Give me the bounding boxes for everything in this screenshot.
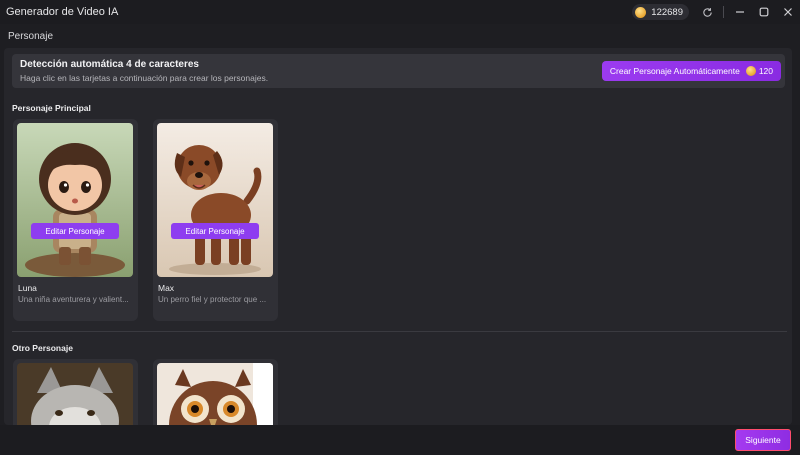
character-description: Una niña aventurera y valient... <box>18 295 129 304</box>
character-panel: Detección automática 4 de caracteres Hag… <box>4 48 792 425</box>
coin-balance[interactable]: 122689 <box>632 4 689 20</box>
character-image-luna[interactable]: Editar Personaje <box>17 123 133 277</box>
footer-bar: Siguiente <box>0 425 800 455</box>
character-image-max[interactable]: Editar Personaje <box>157 123 273 277</box>
auto-detect-banner: Detección automática 4 de caracteres Hag… <box>12 54 785 88</box>
section-divider <box>12 331 787 332</box>
section-title: Personaje <box>8 31 54 42</box>
title-bar-controls: 122689 <box>632 0 800 24</box>
banner-title: Detección automática 4 de caracteres <box>20 59 199 70</box>
character-card-max[interactable]: Editar Personaje Max Un perro fiel y pro… <box>153 119 278 321</box>
character-name: Max <box>158 283 175 293</box>
character-image-wolf[interactable] <box>17 363 133 425</box>
close-icon[interactable] <box>776 0 800 24</box>
refresh-icon[interactable] <box>695 0 719 24</box>
next-button[interactable]: Siguiente <box>735 429 791 451</box>
auto-create-button[interactable]: Crear Personaje Automáticamente 120 <box>601 61 781 81</box>
app-title: Generador de Video IA <box>6 6 119 18</box>
title-divider <box>723 6 724 18</box>
coin-icon <box>635 6 647 18</box>
character-card-luna[interactable]: Editar Personaje Luna Una niña aventurer… <box>13 119 138 321</box>
edit-character-button[interactable]: Editar Personaje <box>31 223 119 239</box>
character-description: Un perro fiel y protector que ... <box>158 295 267 304</box>
title-bar: Generador de Video IA 122689 <box>0 0 800 24</box>
coin-count: 122689 <box>651 6 683 18</box>
maximize-icon[interactable] <box>752 0 776 24</box>
minimize-icon[interactable] <box>728 0 752 24</box>
auto-create-cost: 120 <box>758 66 773 76</box>
coin-icon <box>745 66 756 76</box>
other-group-label: Otro Personaje <box>12 343 73 353</box>
banner-subtitle: Haga clic en las tarjetas a continuación… <box>20 73 269 83</box>
character-name: Luna <box>18 283 37 293</box>
main-group-label: Personaje Principal <box>12 103 91 113</box>
character-card-owl[interactable] <box>153 359 278 425</box>
edit-character-button[interactable]: Editar Personaje <box>171 223 259 239</box>
character-image-owl[interactable] <box>157 363 273 425</box>
character-card-wolf[interactable] <box>13 359 138 425</box>
auto-create-label: Crear Personaje Automáticamente <box>609 66 740 76</box>
